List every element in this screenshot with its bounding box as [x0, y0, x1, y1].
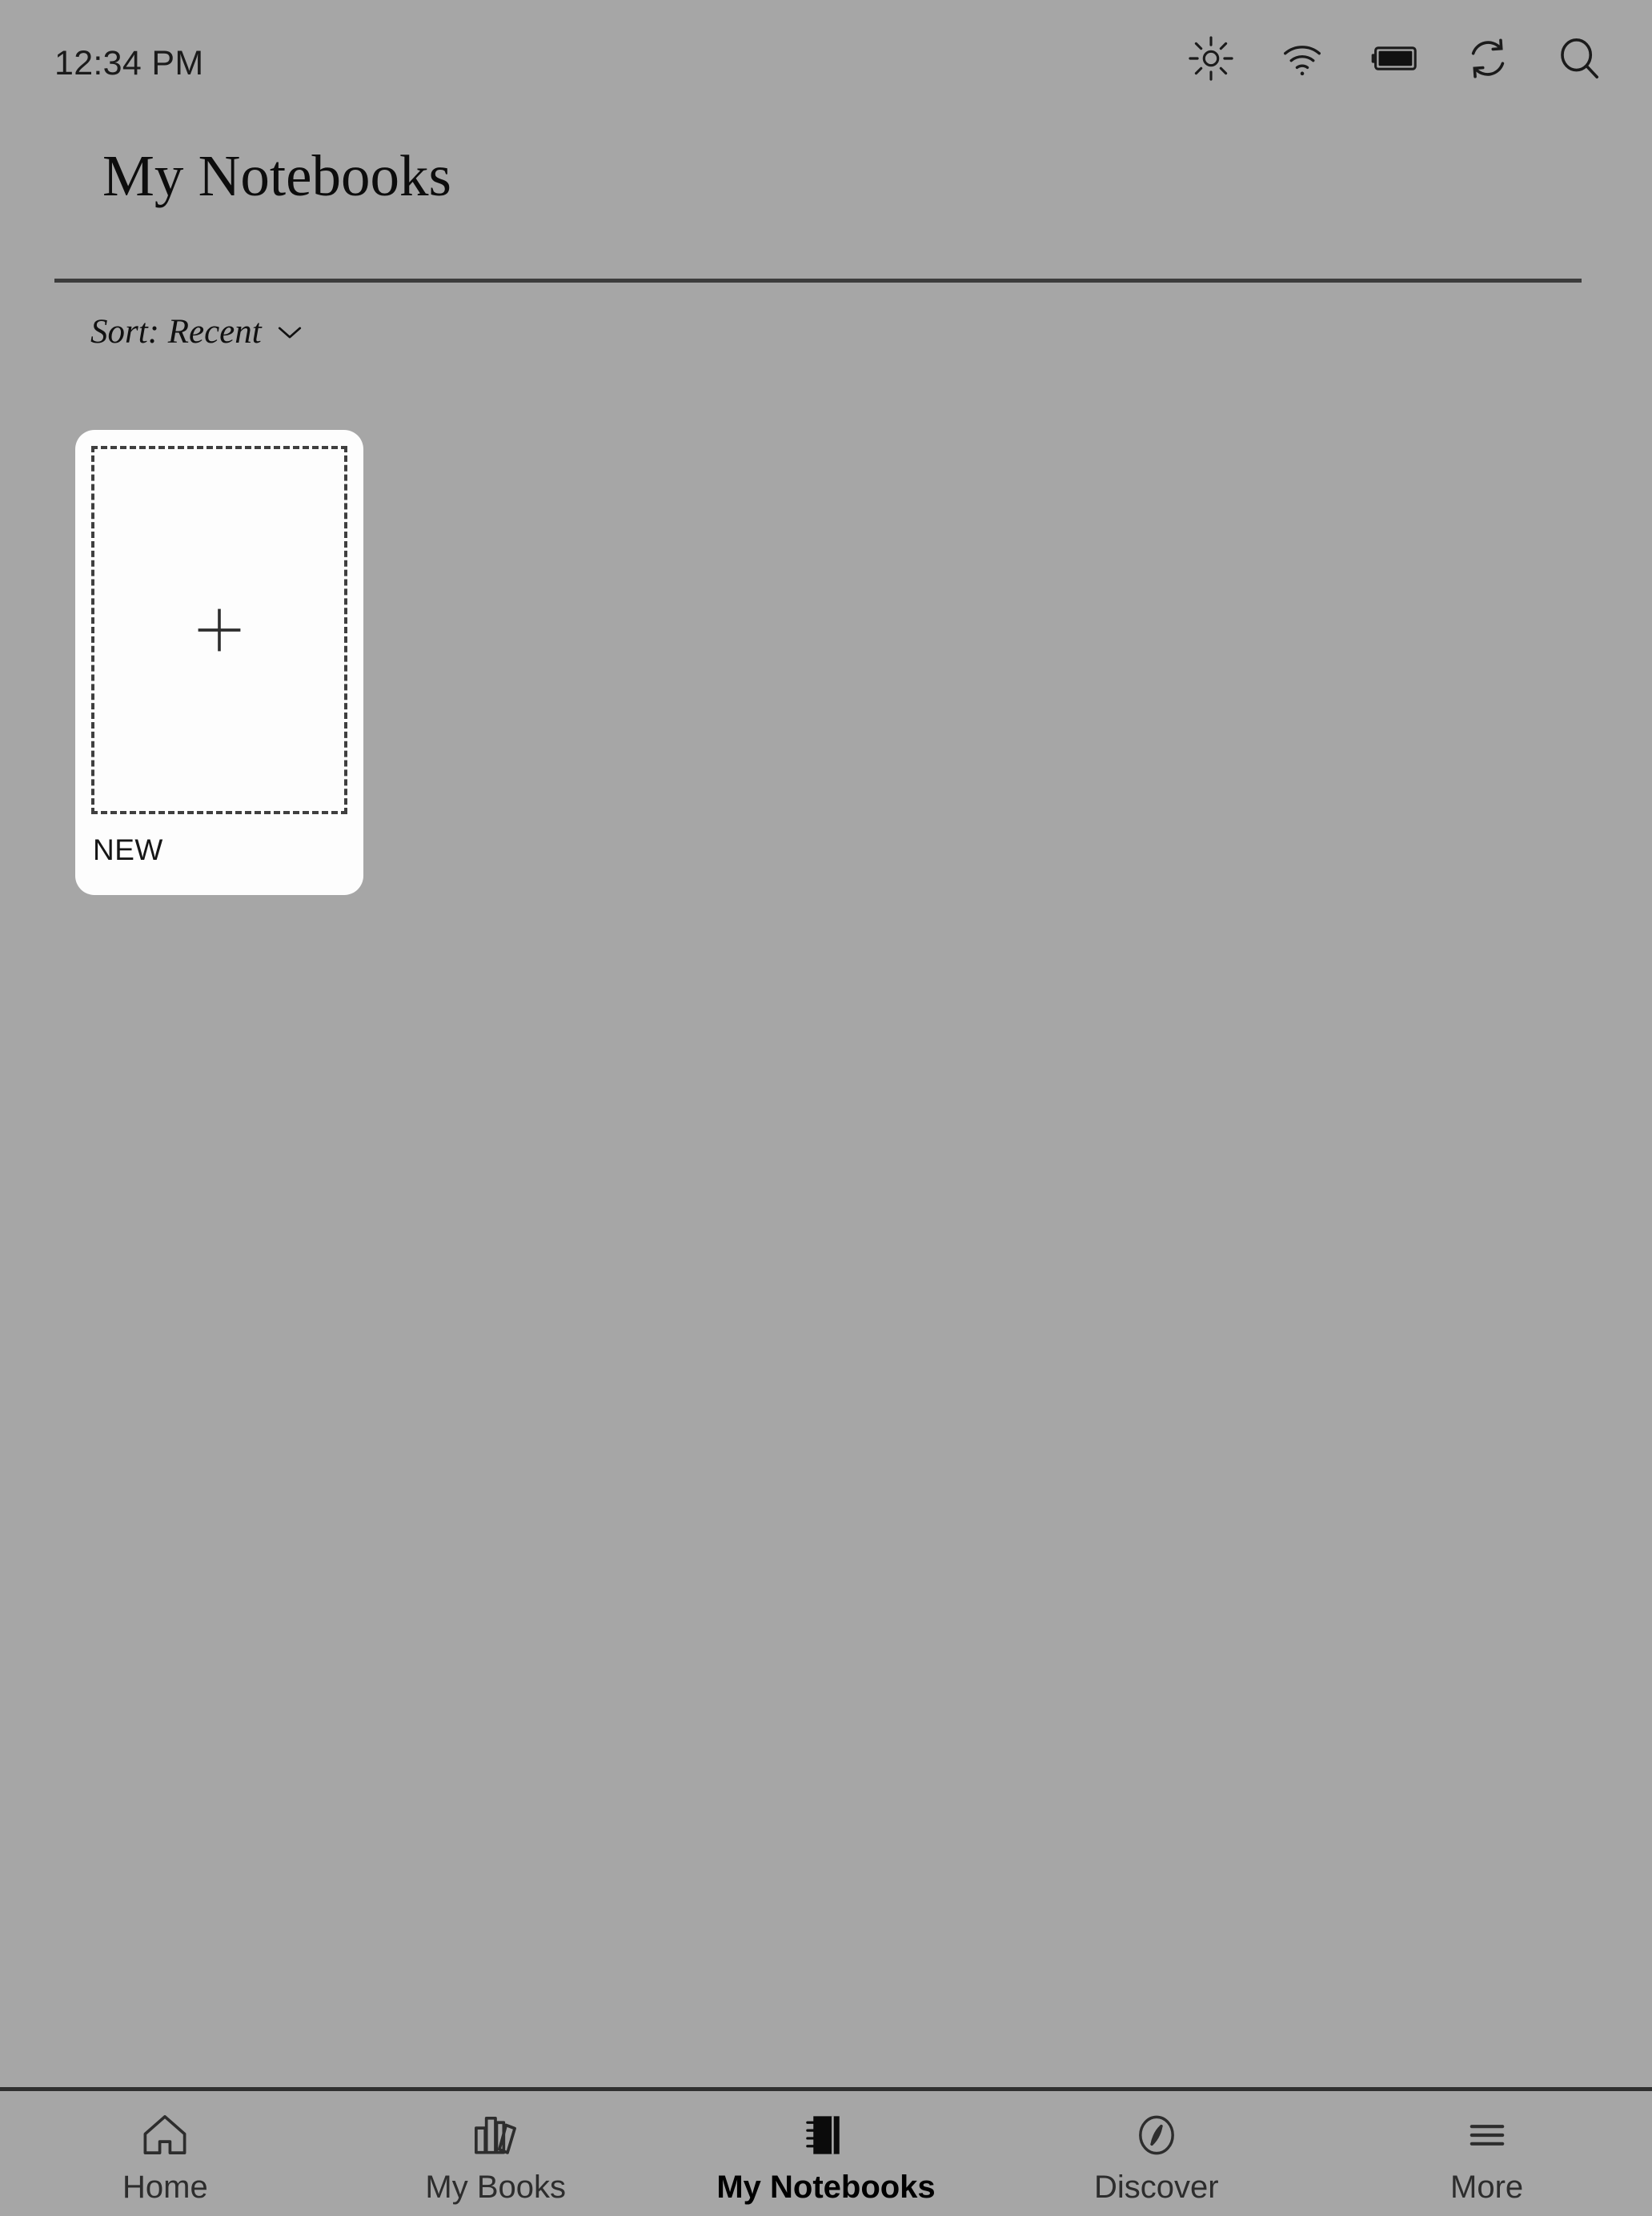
wifi-icon[interactable] — [1279, 35, 1325, 86]
battery-icon[interactable] — [1370, 35, 1420, 86]
sync-icon[interactable] — [1465, 35, 1511, 86]
status-time: 12:34 PM — [54, 44, 204, 82]
nav-label-home: Home — [122, 2170, 208, 2205]
page-title: My Notebooks — [102, 143, 451, 208]
notebook-label: NEW — [93, 833, 163, 866]
sort-label: Sort: Recent — [90, 313, 262, 351]
sort-dropdown[interactable]: Sort: Recent — [90, 315, 303, 349]
chevron-down-icon — [276, 323, 303, 345]
home-icon — [139, 2109, 190, 2162]
nav-label-my-books: My Books — [425, 2170, 566, 2205]
new-notebook-card[interactable]: NEW — [75, 430, 363, 895]
header-divider — [54, 279, 1582, 283]
nav-item-my-books[interactable]: My Books — [331, 2091, 661, 2203]
nav-label-my-notebooks: My Notebooks — [716, 2170, 936, 2205]
hamburger-menu-icon — [1462, 2109, 1513, 2162]
nav-label-more: More — [1450, 2170, 1524, 2205]
plus-icon — [94, 449, 344, 811]
notebook-grid: NEW — [75, 430, 363, 895]
bottom-navigation: Home My Books My Notebooks Discover More — [0, 2087, 1652, 2216]
new-notebook-thumbnail — [91, 446, 347, 814]
compass-icon — [1131, 2109, 1182, 2162]
books-icon — [470, 2109, 521, 2162]
nav-item-more[interactable]: More — [1321, 2091, 1652, 2203]
nav-item-home[interactable]: Home — [0, 2091, 331, 2203]
brightness-icon[interactable] — [1188, 35, 1234, 86]
nav-label-discover: Discover — [1093, 2170, 1219, 2205]
notebook-icon — [800, 2109, 852, 2162]
notebooks-screen: 12:34 PM My Notebooks Sort: Recent NEW H… — [0, 0, 1652, 2216]
nav-item-discover[interactable]: Discover — [991, 2091, 1321, 2203]
nav-item-my-notebooks[interactable]: My Notebooks — [661, 2091, 992, 2203]
search-icon[interactable] — [1556, 35, 1602, 86]
status-bar-icons — [1188, 35, 1602, 86]
status-bar: 12:34 PM — [0, 0, 1652, 128]
